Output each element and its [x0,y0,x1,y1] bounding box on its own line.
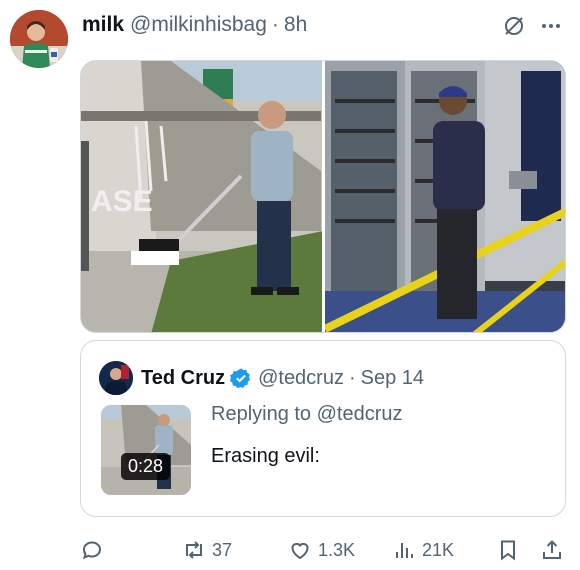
tweet-header: milk @milkinhisbag · 8h [82,12,307,38]
like-icon [291,542,309,560]
worker-at-electrical-panel-photo[interactable] [324,61,565,332]
man-mopping-graffiti-photo[interactable]: ASE [81,61,322,332]
bookmark-button[interactable] [496,536,520,564]
reply-button[interactable] [80,536,104,564]
replying-to-text: Replying to @tedcruz [211,403,403,425]
video-duration: 0:28 [121,453,171,480]
grok-icon[interactable] [501,13,527,39]
tweet-time[interactable]: 8h [284,13,307,37]
retweet-button[interactable]: 37 [182,536,232,564]
separator-dot: · [348,366,356,389]
author-name[interactable]: milk [82,13,124,37]
reply-icon [82,541,102,560]
separator-dot: · [271,13,279,36]
verified-badge-icon [230,367,252,389]
quoted-author-handle[interactable]: @tedcruz [258,367,344,390]
retweet-icon [186,541,202,559]
retweet-count: 37 [212,539,233,560]
bookmark-icon [501,540,515,561]
like-button[interactable]: 1.3K [288,536,355,564]
quoted-tweet-header: Ted Cruz @tedcruz · Sep 14 [141,363,424,393]
quoted-author-name[interactable]: Ted Cruz [141,367,225,390]
quoted-tweet-text: Erasing evil: [211,445,320,467]
quoted-video-thumbnail[interactable]: 0:28 [101,405,191,495]
views-icon [396,543,413,558]
share-button[interactable] [540,536,564,564]
views-button[interactable]: 21K [392,536,454,564]
quoted-author-avatar[interactable] [99,361,133,395]
quoted-tweet[interactable]: Ted Cruz @tedcruz · Sep 14 0:28 Replying… [80,340,566,517]
like-count: 1.3K [318,539,356,560]
quoted-tweet-date[interactable]: Sep 14 [361,367,424,390]
views-count: 21K [422,539,455,560]
more-icon[interactable] [538,13,564,39]
share-icon [543,540,561,559]
author-avatar[interactable] [10,10,68,68]
tweet-media[interactable]: ASE [80,60,566,333]
tweet-action-bar: 37 1.3K 21K [0,536,580,564]
author-handle[interactable]: @milkinhisbag [130,13,267,37]
svg-text:ASE: ASE [91,185,153,218]
